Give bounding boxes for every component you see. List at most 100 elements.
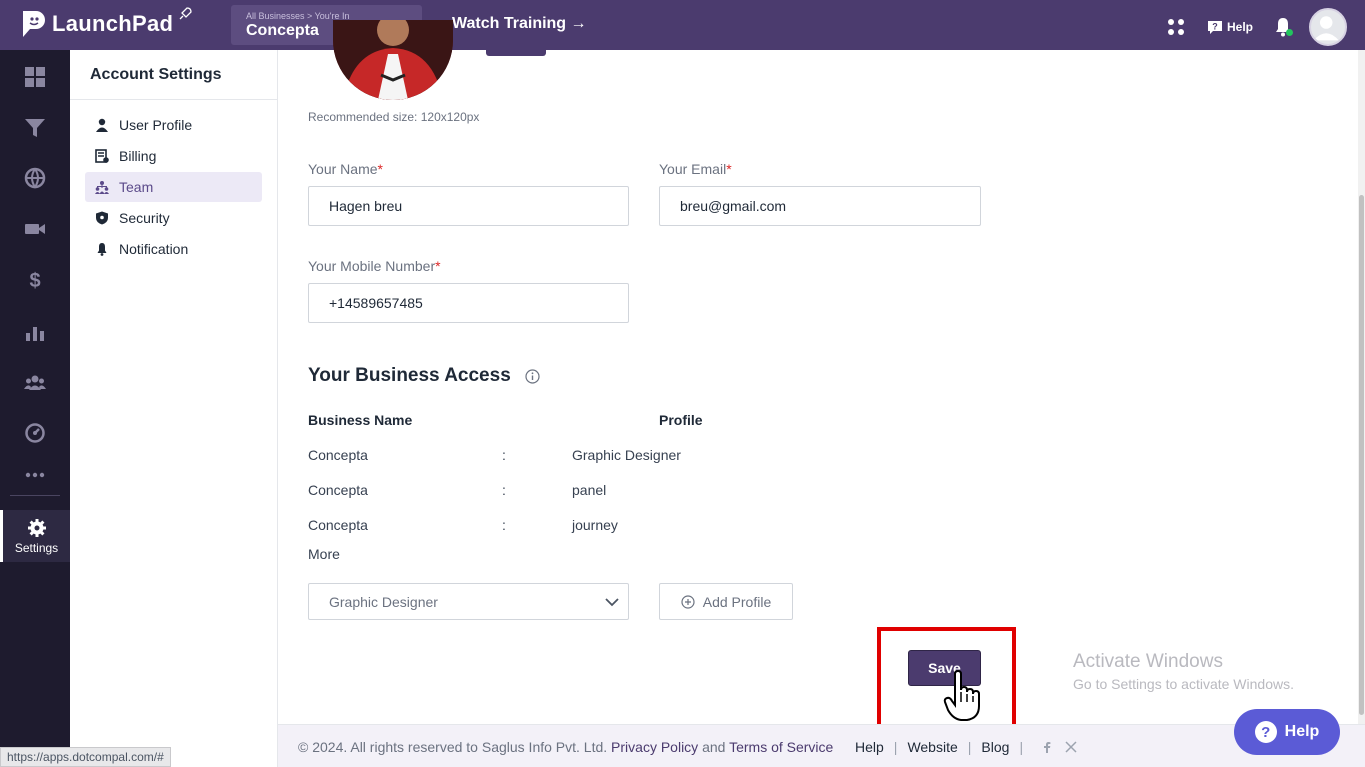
hand-cursor-icon [943,670,980,721]
help-question-icon: ? [1254,721,1277,743]
main-content: Recommended size: 120x120px Your Name* H… [278,20,1365,728]
help-floating-label: Help [1284,723,1320,740]
required-mark: * [435,258,441,274]
team-icon [95,181,109,194]
name-label-text: Your Name [308,161,378,177]
gauge-icon [25,423,45,443]
left-rail: $ Settings [0,50,70,767]
help-floating-button[interactable]: ? Help [1234,709,1340,755]
rail-more[interactable] [0,455,70,495]
footer-separator: | [893,739,898,755]
column-business-name: Business Name [308,412,413,428]
rail-analytics[interactable] [0,312,70,352]
billing-icon [95,149,109,163]
footer: © 2024. All rights reserved to Saglus In… [278,709,1365,767]
business-access-heading: Your Business Access [308,365,540,387]
launchpad-logo-icon [23,11,45,37]
change-photo-button[interactable] [486,50,546,56]
email-label-text: Your Email [659,161,727,177]
row-separator: : [502,517,506,533]
terms-link[interactable]: Terms of Service [729,739,833,755]
name-field[interactable]: Hagen breu [308,186,629,226]
rail-reports[interactable] [0,413,70,453]
rail-divider [10,495,60,496]
app-logo[interactable]: LaunchPad [20,9,173,39]
watch-training-link[interactable]: Watch Training → [452,15,587,33]
footer-separator: | [967,739,972,755]
dashboard-icon [25,67,45,87]
footer-blog-link[interactable]: Blog [981,739,1009,755]
add-profile-button[interactable]: Add Profile [659,583,793,620]
user-icon [96,118,108,132]
help-menu[interactable]: ? Help [1207,19,1253,35]
profile-select[interactable]: Graphic Designer [308,583,629,620]
apps-grid-icon[interactable] [1165,16,1187,38]
users-icon [24,375,46,390]
help-label: Help [1226,20,1253,34]
user-avatar[interactable] [1309,8,1347,46]
x-twitter-icon[interactable] [1065,741,1077,753]
dollar-icon: $ [29,270,40,291]
svg-text:$: $ [29,270,40,291]
avatar-placeholder-icon [1313,16,1339,41]
activate-windows-subtitle: Go to Settings to activate Windows. [1073,676,1294,692]
settings-item-user-profile[interactable]: User Profile [85,110,262,140]
email-field[interactable]: breu@gmail.com [659,186,981,226]
scrollbar-thumb[interactable] [1359,195,1364,715]
business-row: Concepta : Graphic Designer [308,447,808,467]
email-label: Your Email* [659,161,732,177]
rail-websites[interactable] [0,158,70,198]
settings-item-notification[interactable]: Notification [85,234,262,264]
funnel-icon [25,119,45,137]
profile-photo-image [333,20,453,100]
copyright-text: © 2024. All rights reserved to Saglus In… [298,739,608,755]
info-icon[interactable] [525,368,540,384]
rail-video[interactable] [0,209,70,249]
footer-copyright: © 2024. All rights reserved to Saglus In… [298,739,833,755]
more-dots-icon [25,472,45,478]
top-bar: LaunchPad All Businesses > You're In Con… [0,0,1365,50]
settings-item-team[interactable]: Team [85,172,262,202]
rail-contacts[interactable] [0,363,70,403]
settings-item-security[interactable]: Security [85,203,262,233]
social-links [1041,741,1077,753]
rail-funnels[interactable] [0,108,70,148]
business-profile: Graphic Designer [572,447,681,463]
footer-help-link[interactable]: Help [855,739,884,755]
notifications-button[interactable] [1271,15,1295,39]
business-name: Concepta [308,447,368,463]
mobile-label-text: Your Mobile Number [308,258,436,274]
profile-select-value: Graphic Designer [329,593,438,610]
video-icon [25,224,45,234]
business-row: Concepta : panel [308,482,808,502]
settings-nav-divider [70,99,277,100]
mobile-field[interactable]: +14589657485 [308,283,629,323]
business-access-title: Your Business Access [308,365,511,386]
bell-icon [97,243,107,256]
notification-dot [1286,29,1293,36]
analytics-icon [26,327,44,341]
settings-nav: Account Settings User Profile Billing Te… [70,50,278,767]
rail-dashboard[interactable] [0,57,70,97]
and-text: and [702,739,726,755]
business-profile: journey [572,517,618,533]
more-link[interactable]: More [308,546,340,562]
settings-item-label: Security [119,210,170,226]
privacy-policy-link[interactable]: Privacy Policy [611,739,698,755]
footer-website-link[interactable]: Website [907,739,957,755]
facebook-icon[interactable] [1041,741,1053,753]
rail-settings[interactable]: Settings [0,510,70,562]
status-bar-url: https://apps.dotcompal.com/# [0,747,171,767]
globe-icon [24,167,46,189]
activate-windows-title: Activate Windows [1073,651,1223,672]
settings-item-label: Notification [119,241,189,257]
rail-settings-label: Settings [14,540,59,555]
settings-item-label: Billing [119,148,157,164]
business-row: Concepta : journey [308,517,808,537]
business-name: Concepta [308,517,368,533]
rail-sales[interactable]: $ [0,260,70,300]
shield-icon [96,211,108,225]
profile-photo[interactable] [333,20,453,100]
settings-nav-title: Account Settings [90,66,222,83]
settings-item-billing[interactable]: Billing [85,141,262,171]
